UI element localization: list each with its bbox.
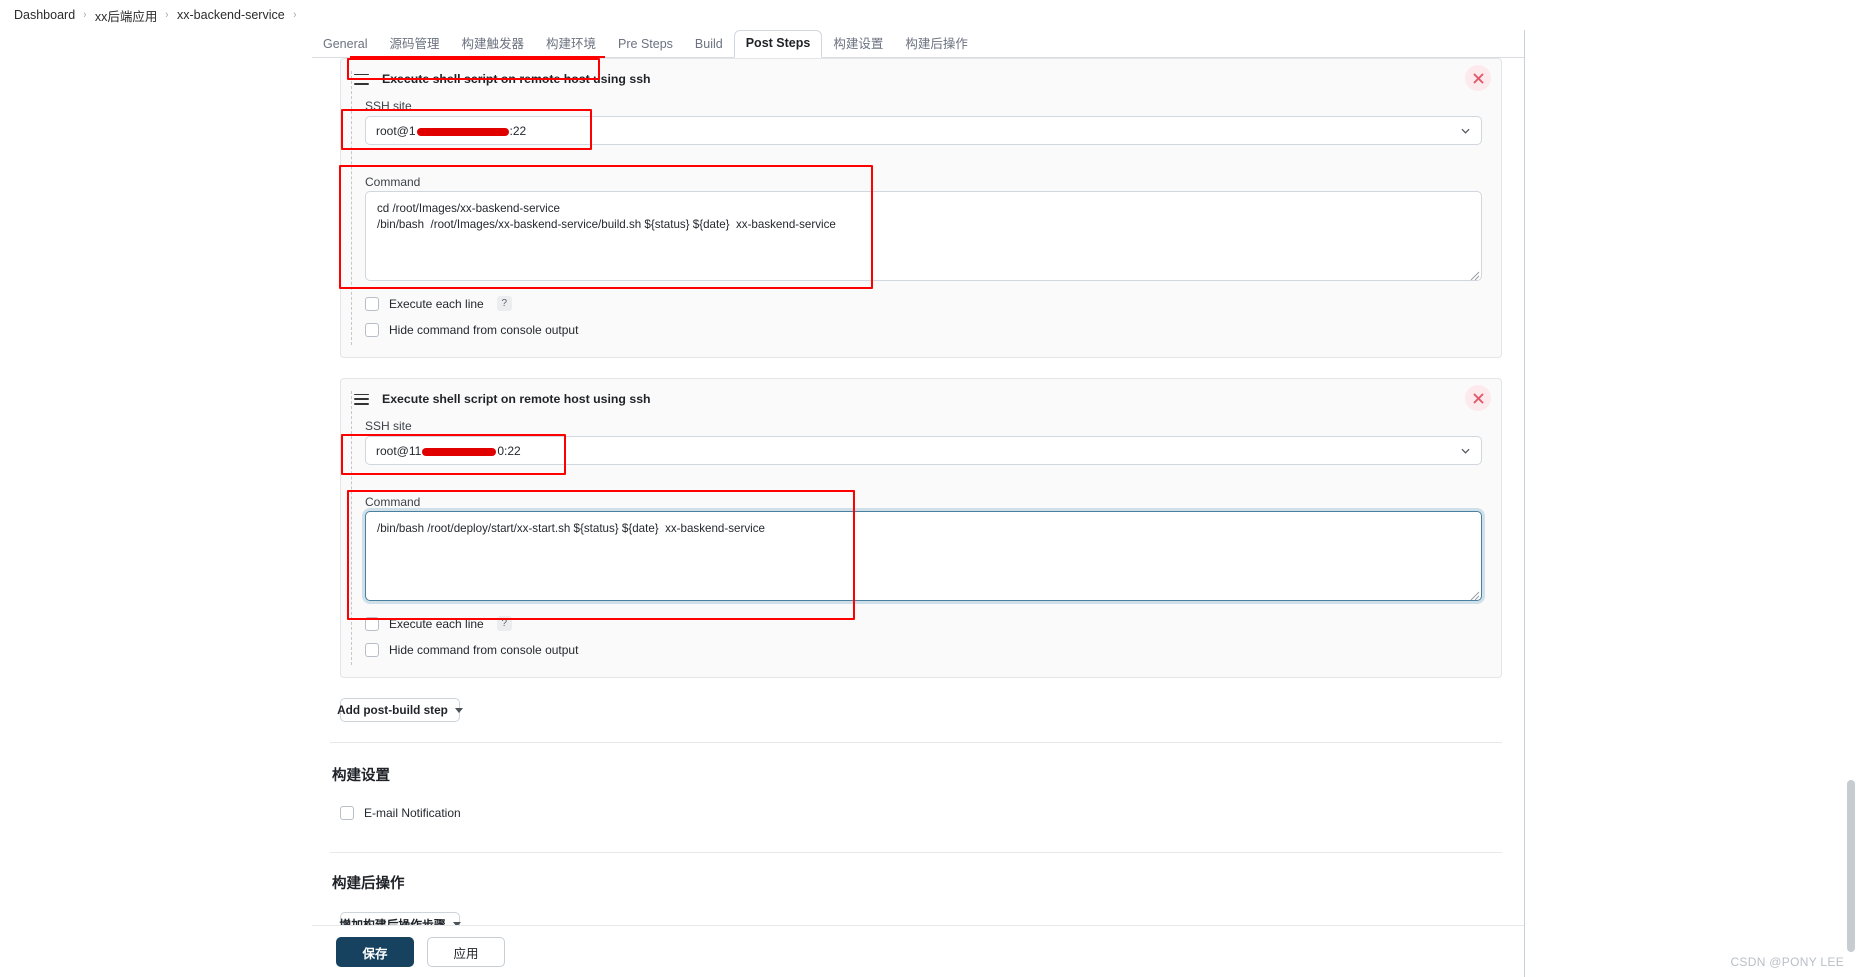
page-scrollbar-track[interactable] bbox=[1845, 30, 1856, 977]
tab-source-management[interactable]: 源码管理 bbox=[378, 32, 450, 58]
email-notification-checkbox[interactable] bbox=[340, 806, 354, 820]
execute-each-line-checkbox-2[interactable] bbox=[365, 616, 379, 631]
execute-each-line-checkbox-1[interactable] bbox=[365, 296, 379, 311]
block-header-1: Execute shell script on remote host usin… bbox=[354, 70, 651, 88]
section-divider-2 bbox=[330, 852, 1502, 853]
ssh-site-value-prefix: root@1 bbox=[376, 123, 416, 138]
drag-handle-icon[interactable] bbox=[354, 73, 369, 85]
tab-build-settings[interactable]: 构建设置 bbox=[822, 32, 894, 58]
add-post-build-step-label: Add post-build step bbox=[337, 703, 448, 717]
block-title: Execute shell script on remote host usin… bbox=[382, 392, 651, 406]
ssh-site-label-1: SSH site bbox=[365, 99, 412, 113]
breadcrumb-separator: › bbox=[83, 9, 87, 21]
redaction-bar bbox=[422, 447, 497, 456]
block-header-2: Execute shell script on remote host usin… bbox=[354, 390, 651, 408]
config-tab-bar: General 源码管理 构建触发器 构建环境 Pre Steps Build … bbox=[312, 30, 1524, 58]
form-footer: 保存 应用 bbox=[312, 925, 1524, 977]
tab-build-triggers[interactable]: 构建触发器 bbox=[451, 32, 536, 58]
post-step-block-2: Execute shell script on remote host usin… bbox=[340, 378, 1502, 678]
add-post-build-step-button[interactable]: Add post-build step bbox=[337, 698, 463, 722]
command-label-1: Command bbox=[365, 175, 421, 189]
post-step-block-1: Execute shell script on remote host usin… bbox=[340, 58, 1502, 358]
tab-post-build-actions[interactable]: 构建后操作 bbox=[894, 32, 979, 58]
ssh-site-value-suffix: 0:22 bbox=[497, 443, 521, 458]
ssh-site-label-2: SSH site bbox=[365, 419, 412, 433]
hide-command-label-1: Hide command from console output bbox=[389, 323, 579, 337]
caret-down-icon bbox=[454, 707, 463, 713]
tab-build-environment[interactable]: 构建环境 bbox=[535, 32, 607, 58]
ssh-site-select-2[interactable]: root@11 0:22 bbox=[365, 436, 1482, 465]
chevron-down-icon bbox=[1461, 448, 1470, 454]
execute-each-line-label-1: Execute each line bbox=[389, 296, 484, 311]
ssh-site-select-1[interactable]: root@1 :22 bbox=[365, 116, 1482, 145]
hide-command-label-2: Hide command from console output bbox=[389, 643, 579, 657]
block-drag-guide bbox=[351, 71, 353, 345]
close-icon bbox=[1473, 393, 1483, 403]
hide-command-checkbox-1[interactable] bbox=[365, 323, 379, 337]
watermark: CSDN @PONY LEE bbox=[1730, 955, 1844, 969]
email-notification-row[interactable]: E-mail Notification bbox=[340, 806, 461, 820]
jenkins-job-config-page: Dashboard › xx后端应用 › xx-backend-service … bbox=[0, 0, 1856, 977]
drag-handle-icon[interactable] bbox=[354, 393, 369, 405]
tab-general[interactable]: General bbox=[312, 32, 378, 58]
build-settings-heading: 构建设置 bbox=[332, 768, 390, 784]
command-textarea-2[interactable] bbox=[365, 511, 1482, 601]
tab-build[interactable]: Build bbox=[684, 32, 734, 58]
breadcrumb-item-dashboard[interactable]: Dashboard bbox=[14, 8, 75, 22]
left-gutter bbox=[0, 30, 312, 947]
block-drag-guide bbox=[351, 391, 353, 665]
execute-each-line-row-2[interactable]: Execute each line ? bbox=[365, 616, 512, 631]
apply-button[interactable]: 应用 bbox=[427, 937, 505, 967]
hide-command-row-2[interactable]: Hide command from console output bbox=[365, 643, 578, 657]
remove-step-button-1[interactable] bbox=[1465, 65, 1491, 91]
save-button[interactable]: 保存 bbox=[336, 937, 414, 967]
breadcrumb-separator: › bbox=[165, 9, 169, 21]
breadcrumb-item-job[interactable]: xx-backend-service bbox=[177, 8, 285, 22]
chevron-down-icon bbox=[1461, 128, 1470, 134]
right-gutter bbox=[1524, 30, 1856, 977]
section-divider-1 bbox=[330, 742, 1502, 743]
breadcrumb: Dashboard › xx后端应用 › xx-backend-service … bbox=[0, 0, 1856, 30]
help-icon-2[interactable]: ? bbox=[496, 616, 512, 631]
ssh-site-value-1: root@1 :22 bbox=[376, 124, 526, 138]
command-label-2: Command bbox=[365, 495, 421, 509]
execute-each-line-label-2: Execute each line bbox=[389, 616, 484, 631]
breadcrumb-separator: › bbox=[293, 9, 297, 21]
email-notification-label: E-mail Notification bbox=[364, 806, 461, 820]
redaction-bar bbox=[416, 127, 509, 136]
execute-each-line-row-1[interactable]: Execute each line ? bbox=[365, 296, 512, 311]
block-title: Execute shell script on remote host usin… bbox=[382, 72, 651, 86]
help-icon-1[interactable]: ? bbox=[496, 296, 512, 311]
post-build-actions-heading: 构建后操作 bbox=[332, 876, 405, 892]
hide-command-checkbox-2[interactable] bbox=[365, 643, 379, 657]
ssh-site-value-suffix: :22 bbox=[509, 123, 527, 138]
command-textarea-1[interactable] bbox=[365, 191, 1482, 281]
hide-command-row-1[interactable]: Hide command from console output bbox=[365, 323, 578, 337]
breadcrumb-item-folder[interactable]: xx后端应用 bbox=[95, 6, 158, 25]
page-scrollbar-thumb[interactable] bbox=[1847, 780, 1855, 952]
tab-pre-steps[interactable]: Pre Steps bbox=[607, 32, 684, 58]
close-icon bbox=[1473, 73, 1483, 83]
ssh-site-value-2: root@11 0:22 bbox=[376, 444, 521, 458]
remove-step-button-2[interactable] bbox=[1465, 385, 1491, 411]
ssh-site-value-prefix: root@11 bbox=[376, 443, 422, 458]
tab-post-steps[interactable]: Post Steps bbox=[733, 30, 823, 58]
